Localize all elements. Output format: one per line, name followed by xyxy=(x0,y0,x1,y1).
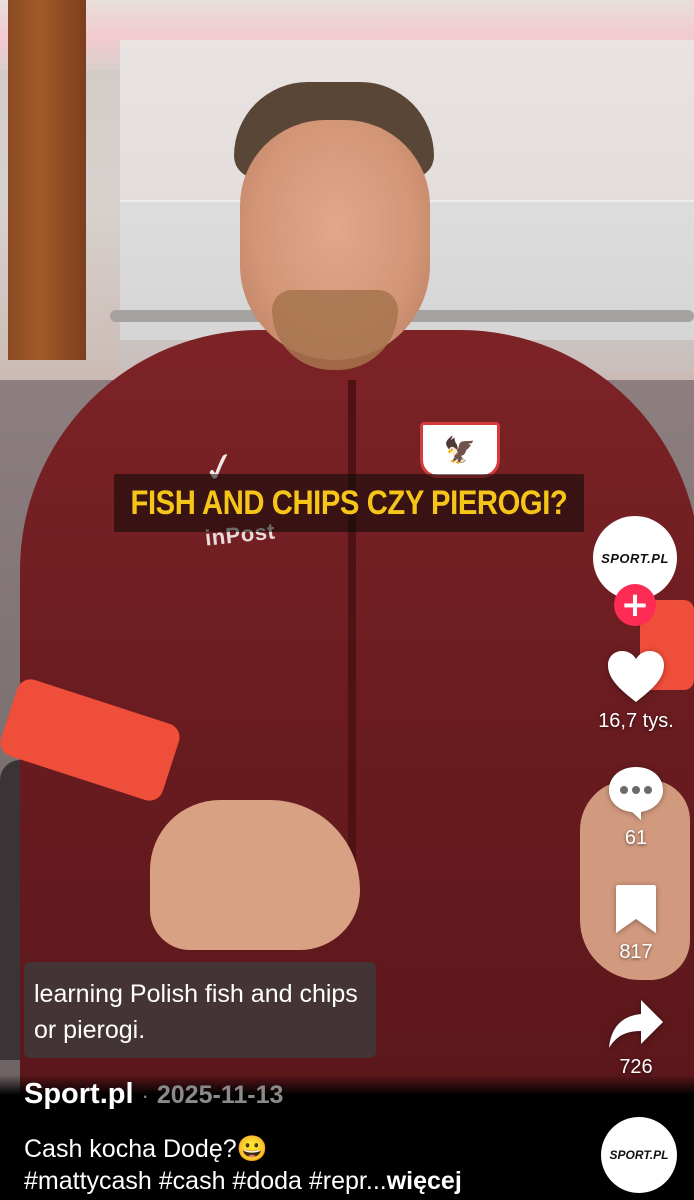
avatar-logo-text: SPORT.PL xyxy=(601,550,669,566)
video-subtitle-box: learning Polish fish and chips or pierog… xyxy=(24,962,376,1058)
video-subtitle-text: learning Polish fish and chips or pierog… xyxy=(34,980,358,1044)
separator-dot: · xyxy=(141,1083,149,1108)
overlay-question: FISH AND CHIPS CZY PIEROGI? xyxy=(130,483,568,522)
sound-avatar-logo-text: SPORT.PL xyxy=(609,1148,669,1162)
bookmark-icon[interactable] xyxy=(614,883,658,935)
post-caption[interactable]: Cash kocha Dodę?😀 #mattycash #cash #doda… xyxy=(24,1133,462,1197)
heart-icon[interactable] xyxy=(606,650,666,704)
more-link[interactable]: więcej xyxy=(387,1167,462,1195)
plus-icon: + xyxy=(620,585,650,625)
video-text-overlay: FISH AND CHIPS CZY PIEROGI? xyxy=(114,474,584,532)
wooden-pillar xyxy=(8,0,86,360)
share-action[interactable]: 726 xyxy=(586,998,686,1079)
comment-count: 61 xyxy=(624,827,648,849)
caption-hashtags[interactable]: #mattycash #cash #doda #repr... xyxy=(24,1167,387,1195)
comment-action[interactable]: 61 xyxy=(586,765,686,850)
bookmark-count: 817 xyxy=(619,941,653,963)
like-count: 16,7 tys. xyxy=(598,710,674,732)
author-name[interactable]: Sport.pl xyxy=(24,1078,134,1111)
post-date: 2025-11-13 xyxy=(156,1081,284,1109)
author-row: Sport.pl · 2025-11-13 xyxy=(24,1078,283,1111)
share-arrow-icon[interactable] xyxy=(607,998,665,1050)
hand-left xyxy=(150,800,360,950)
like-action[interactable]: 16,7 tys. xyxy=(586,650,686,733)
national-crest-icon: 🦅 xyxy=(420,422,500,478)
caption-line-1: Cash kocha Dodę?😀 xyxy=(24,1135,268,1163)
comment-bubble-icon[interactable] xyxy=(607,765,665,821)
jacket-zip xyxy=(348,380,356,900)
sound-avatar[interactable]: SPORT.PL xyxy=(601,1117,677,1193)
follow-button[interactable]: + xyxy=(614,584,656,626)
post-info: Sport.pl · 2025-11-13 Cash kocha Dodę?😀 … xyxy=(0,1075,694,1200)
caption-line-2: #mattycash #cash #doda #repr...więcej xyxy=(24,1165,462,1197)
bookmark-action[interactable]: 817 xyxy=(586,883,686,964)
